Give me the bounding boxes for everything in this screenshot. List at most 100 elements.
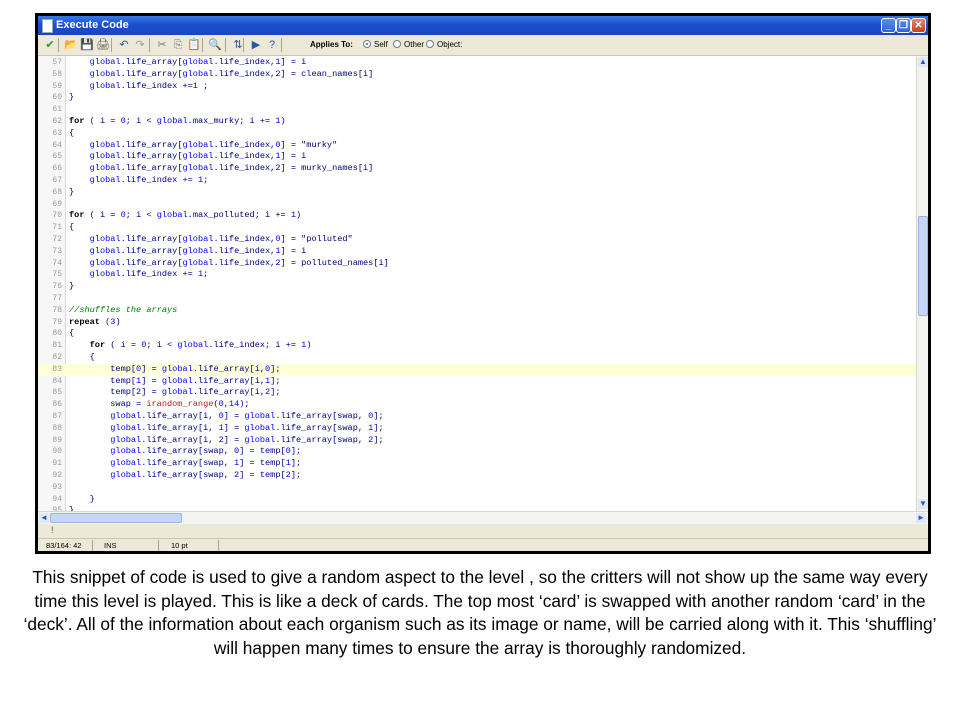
code-line[interactable]: 76} xyxy=(38,281,916,293)
code-line[interactable]: 59 global.life_index +=1 ; xyxy=(38,81,916,93)
toolbar-separator xyxy=(149,38,150,52)
code-text: global.life_array[swap, 1] = temp[1]; xyxy=(110,458,302,469)
vertical-scrollbar[interactable]: ▲ ▼ xyxy=(916,56,928,511)
search-icon[interactable]: 🔍 xyxy=(208,38,222,52)
line-number: 82 xyxy=(52,353,62,362)
code-text: global.life_array[global.life_index,0] =… xyxy=(89,234,353,244)
line-number: 84 xyxy=(52,376,62,386)
code-line[interactable]: 57 global.life_array[global.life_index,1… xyxy=(38,57,916,69)
applies-self-radio[interactable] xyxy=(363,40,371,48)
line-number: 57 xyxy=(52,58,62,67)
code-line[interactable]: 87 global.life_array[i, 0] = global.life… xyxy=(38,411,916,423)
code-line[interactable]: 67 global.life_index += 1; xyxy=(38,175,916,187)
code-line[interactable]: 63 { xyxy=(38,128,916,140)
redo-icon[interactable]: ↷ xyxy=(133,38,147,52)
code-text: global.life_index +=1 ; xyxy=(89,80,209,91)
line-number: 61 xyxy=(52,105,62,115)
line-number: 79 xyxy=(52,317,62,327)
code-line[interactable]: 81 for ( i = 0; i < global.life_index; i… xyxy=(38,340,916,352)
code-text: for ( i = 0; i < global.life_index; i +=… xyxy=(89,340,312,351)
code-line[interactable]: 58 global.life_array[global.life_index,2… xyxy=(38,69,916,81)
scroll-down-button[interactable]: ▼ xyxy=(918,499,928,509)
line-number: 87 xyxy=(52,412,62,421)
code-line[interactable]: 90 global.life_array[swap, 0] = temp[0]; xyxy=(38,446,916,458)
print-icon[interactable]: 🖨 xyxy=(96,38,110,52)
line-number: 59 xyxy=(52,81,62,91)
line-number: 89 xyxy=(52,435,62,445)
code-line[interactable]: 64 global.life_array[global.life_index,0… xyxy=(38,140,916,152)
code-text: global.life_array[i, 2] = global.life_ar… xyxy=(110,434,384,445)
cut-icon[interactable]: ✂ xyxy=(155,38,169,52)
toolbar: Applies To: Self Other Object: ✔ 📂 💾 🖨 ↶ ↷ ✂ ⎘ 📋… xyxy=(38,35,928,56)
code-line[interactable]: 85 temp[2] = global.life_array[i,2]; xyxy=(38,387,916,399)
paste-icon[interactable]: 📋 xyxy=(187,38,201,52)
maximize-button[interactable]: ❐ xyxy=(896,18,911,33)
code-line[interactable]: 91 global.life_array[swap, 1] = temp[1]; xyxy=(38,458,916,470)
save-icon[interactable]: 💾 xyxy=(80,38,94,52)
title-bar[interactable]: Execute Code _ ❐ ✕ xyxy=(38,16,928,35)
toolbar-separator xyxy=(58,38,59,52)
open-folder-icon[interactable]: 📂 xyxy=(64,38,78,52)
line-number: 86 xyxy=(52,400,62,410)
help-icon[interactable]: ? xyxy=(265,38,279,52)
code-line[interactable]: 74 global.life_array[global.life_index,2… xyxy=(38,258,916,270)
code-line[interactable]: 89 global.life_array[i, 2] = global.life… xyxy=(38,435,916,447)
close-button[interactable]: ✕ xyxy=(911,18,926,33)
scroll-right-button[interactable]: ► xyxy=(916,513,926,523)
check-icon[interactable]: ✔ xyxy=(43,38,57,52)
code-line[interactable]: 80 { xyxy=(38,328,916,340)
code-line[interactable]: 78 //shuffles the arrays xyxy=(38,305,916,317)
code-line[interactable]: 69 xyxy=(38,199,916,211)
scroll-left-button[interactable]: ◄ xyxy=(39,513,49,523)
code-line[interactable]: 84 temp[1] = global.life_array[i,1]; xyxy=(38,376,916,388)
line-number: 66 xyxy=(52,164,62,174)
line-number: 90 xyxy=(52,447,62,457)
code-line[interactable]: 86 swap = irandom_range(0,14); xyxy=(38,399,916,411)
line-number: 64 xyxy=(52,140,62,150)
status-divider xyxy=(158,540,159,551)
code-line[interactable]: 73 global.life_array[global.life_index,1… xyxy=(38,246,916,258)
applies-object-radio[interactable] xyxy=(426,40,434,48)
code-line[interactable]: 68} xyxy=(38,187,916,199)
line-number: 80 xyxy=(52,329,62,339)
line-number: 91 xyxy=(52,459,62,469)
code-line[interactable]: 66 global.life_array[global.life_index,2… xyxy=(38,163,916,175)
code-line[interactable]: 75 global.life_index += 1; xyxy=(38,269,916,281)
copy-icon[interactable]: ⎘ xyxy=(171,38,185,52)
line-number: 78 xyxy=(52,305,62,315)
code-line[interactable]: 65 global.life_array[global.life_index,1… xyxy=(38,151,916,163)
code-text: global.life_array[i, 0] = global.life_ar… xyxy=(110,411,384,421)
vertical-scroll-thumb[interactable] xyxy=(918,216,928,316)
code-line[interactable]: 94 } xyxy=(38,494,916,506)
code-line[interactable]: 82 { xyxy=(38,352,916,364)
code-line[interactable]: 88 global.life_array[i, 1] = global.life… xyxy=(38,423,916,435)
code-line[interactable]: 70 for ( i = 0; i < global.max_polluted; … xyxy=(38,210,916,222)
line-number: 81 xyxy=(52,341,62,351)
applies-object-label: Object: xyxy=(437,40,463,49)
slide-caption: This snippet of code is used to give a r… xyxy=(23,567,937,659)
code-line[interactable]: 77 xyxy=(38,293,916,305)
code-line[interactable]: 62 for ( i = 0; i < global.max_murky; i +… xyxy=(38,116,916,128)
line-number: 88 xyxy=(52,423,62,433)
line-number: 93 xyxy=(52,482,62,492)
code-line[interactable]: 61 xyxy=(38,104,916,116)
scroll-up-button[interactable]: ▲ xyxy=(918,57,928,67)
code-line[interactable]: 79 repeat (3) xyxy=(38,317,916,329)
code-line[interactable]: 92 global.life_array[swap, 2] = temp[2]; xyxy=(38,470,916,482)
code-editor[interactable]: 57 global.life_array[global.life_index,1… xyxy=(38,56,916,511)
code-text: for ( i = 0; i < global.max_polluted; i … xyxy=(69,210,302,221)
undo-icon[interactable]: ↶ xyxy=(117,38,131,52)
toolbar-separator xyxy=(243,38,244,52)
code-line[interactable]: 83 temp[0] = global.life_array[i,0]; xyxy=(38,363,916,376)
code-line[interactable]: 71 { xyxy=(38,222,916,234)
applies-to-label: Applies To: xyxy=(310,40,353,49)
applies-other-radio[interactable] xyxy=(393,40,401,48)
line-number: 71 xyxy=(52,223,62,233)
code-line[interactable]: 60} xyxy=(38,92,916,104)
run-icon[interactable]: ▶ xyxy=(249,38,263,52)
code-line[interactable]: 72 global.life_array[global.life_index,0… xyxy=(38,234,916,246)
horizontal-scrollbar[interactable]: ◄ ► xyxy=(38,511,928,524)
code-line[interactable]: 93 xyxy=(38,482,916,494)
minimize-button[interactable]: _ xyxy=(881,18,896,33)
horizontal-scroll-thumb[interactable] xyxy=(50,513,182,523)
